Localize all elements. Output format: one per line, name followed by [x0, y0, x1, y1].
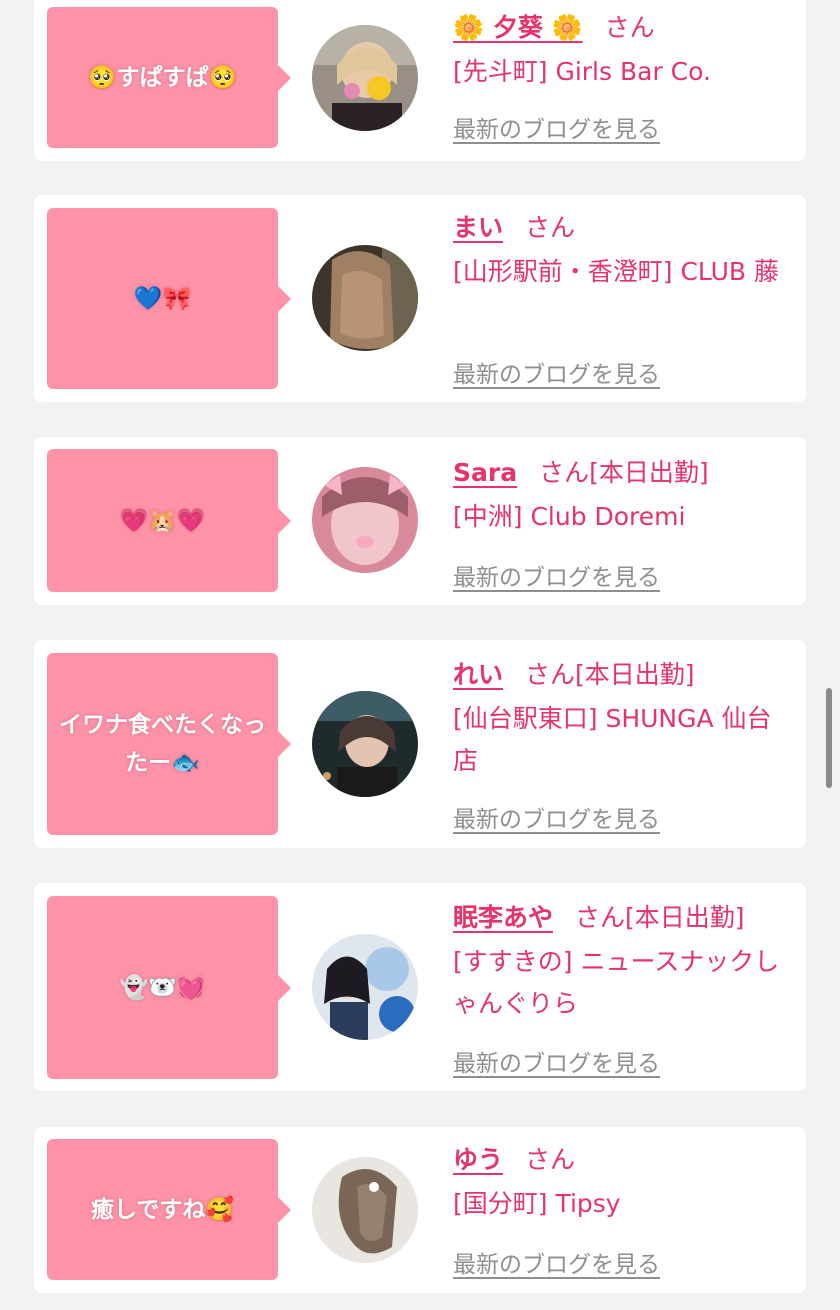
honorific: さん — [525, 660, 576, 689]
latest-blog-link[interactable]: 最新のブログを見る — [453, 1245, 660, 1279]
cast-name-link[interactable]: 🌼 夕葵 🌼 — [453, 13, 583, 42]
entry-info: れい さん[本日出勤] [仙台駅東口] SHUNGA 仙台店 — [453, 654, 786, 782]
avatar[interactable] — [312, 1157, 418, 1263]
cast-name-link[interactable]: Sara — [453, 458, 517, 487]
latest-blog-link[interactable]: 最新のブログを見る — [453, 1044, 660, 1078]
comment-text: 🥺すぱすぱ🥺 — [87, 64, 238, 91]
blog-card: 💗🐹💗 Sara さん[本日出勤] [中洲] Club Doremi 最新のブログ… — [34, 437, 806, 605]
scrollbar-thumb[interactable] — [826, 688, 832, 788]
latest-blog-link[interactable]: 最新のブログを見る — [453, 110, 660, 144]
blog-card: 癒しですね🥰 ゆう さん [国分町] Tipsy 最新のブログを見る — [34, 1127, 806, 1293]
avatar[interactable] — [312, 691, 418, 797]
comment-text: 癒しですね🥰 — [91, 1196, 234, 1223]
name-line: Sara さん[本日出勤] — [453, 452, 786, 494]
latest-blog-link[interactable]: 最新のブログを見る — [453, 558, 660, 592]
avatar[interactable] — [312, 467, 418, 573]
comment-bubble: イワナ食べたくなったー🐟 — [47, 653, 291, 835]
shop-label[interactable]: [中洲] Club Doremi — [453, 496, 786, 538]
comment-bubble: 💙🎀 — [47, 208, 291, 389]
avatar[interactable] — [312, 934, 418, 1040]
honorific: さん — [575, 903, 626, 932]
entry-info: まい さん [山形駅前・香澄町] CLUB 藤 — [453, 207, 786, 293]
name-line: 眠李あや さん[本日出勤] — [453, 897, 786, 939]
comment-bubble: 👻🐻‍❄️💓 — [47, 896, 291, 1079]
cast-name-link[interactable]: まい — [453, 213, 503, 242]
name-line: まい さん — [453, 207, 786, 249]
comment-text: 💙🎀 — [133, 285, 192, 312]
entry-info: ゆう さん [国分町] Tipsy — [453, 1139, 786, 1225]
blog-card: 👻🐻‍❄️💓 眠李あや さん[本日出勤] [すすきの] ニュースナックしゃんぐりら… — [34, 883, 806, 1091]
name-line: 🌼 夕葵 🌼 さん — [453, 7, 786, 49]
latest-blog-link[interactable]: 最新のブログを見る — [453, 800, 660, 834]
cast-name-link[interactable]: 眠李あや — [453, 903, 553, 932]
shop-label[interactable]: [国分町] Tipsy — [453, 1183, 786, 1225]
shop-label[interactable]: [先斗町] Girls Bar Co. — [453, 51, 786, 93]
shop-label[interactable]: [すすきの] ニュースナックしゃんぐりら — [453, 941, 786, 1025]
blog-card: 🥺すぱすぱ🥺 🌼 夕葵 🌼 さん [先斗町] Girls Bar Co. 最新のブ… — [34, 0, 806, 161]
comment-text: 💗🐹💗 — [119, 507, 206, 534]
honorific: さん — [525, 1145, 576, 1174]
blog-card: 💙🎀 まい さん [山形駅前・香澄町] CLUB 藤 最新のブログを見る — [34, 195, 806, 402]
entry-info: 眠李あや さん[本日出勤] [すすきの] ニュースナックしゃんぐりら — [453, 897, 786, 1025]
shop-label[interactable]: [仙台駅東口] SHUNGA 仙台店 — [453, 698, 786, 782]
latest-blog-link[interactable]: 最新のブログを見る — [453, 355, 660, 389]
blog-card: イワナ食べたくなったー🐟 れい さん[本日出勤] [仙台駅東口] SHUNGA 仙… — [34, 640, 806, 848]
honorific: さん — [525, 213, 576, 242]
status-label: [本日出勤] — [575, 660, 695, 689]
cast-name-link[interactable]: れい — [453, 660, 503, 689]
honorific: さん — [604, 13, 655, 42]
cast-name-link[interactable]: ゆう — [453, 1145, 503, 1174]
comment-text: イワナ食べたくなったー🐟 — [59, 712, 266, 776]
comment-text: 👻🐻‍❄️💓 — [119, 974, 206, 1001]
honorific: さん — [539, 458, 590, 487]
shop-label[interactable]: [山形駅前・香澄町] CLUB 藤 — [453, 251, 786, 293]
avatar[interactable] — [312, 245, 418, 351]
comment-bubble: 🥺すぱすぱ🥺 — [47, 7, 291, 148]
name-line: ゆう さん — [453, 1139, 786, 1181]
status-label: [本日出勤] — [625, 903, 745, 932]
entry-info: Sara さん[本日出勤] [中洲] Club Doremi — [453, 452, 786, 538]
status-label: [本日出勤] — [589, 458, 709, 487]
comment-bubble: 💗🐹💗 — [47, 449, 291, 592]
avatar[interactable] — [312, 25, 418, 131]
name-line: れい さん[本日出勤] — [453, 654, 786, 696]
entry-info: 🌼 夕葵 🌼 さん [先斗町] Girls Bar Co. — [453, 7, 786, 93]
comment-bubble: 癒しですね🥰 — [47, 1139, 291, 1280]
